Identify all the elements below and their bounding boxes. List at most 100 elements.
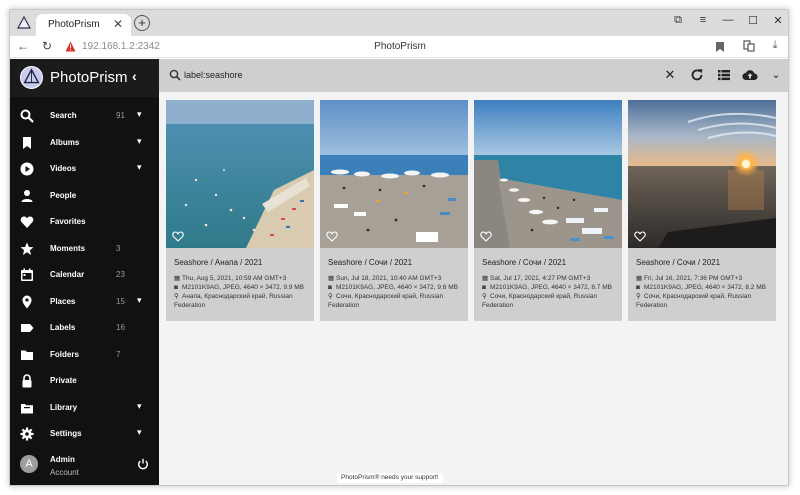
sidebar-header: PhotoPrism ‹	[10, 59, 159, 97]
chevron-down-icon[interactable]: ▾	[137, 401, 142, 412]
sidebar-item-label: Places	[50, 296, 76, 306]
sidebar-item-moments[interactable]: Moments 3	[10, 236, 159, 263]
search-toolbar: label:seashore ✕ ⌄	[159, 59, 788, 92]
maximize-icon[interactable]: ☐	[742, 14, 764, 27]
extensions-icon[interactable]	[743, 40, 755, 52]
photo-card[interactable]: Seashore / Анапа / 2021 ▦ Thu, Aug 5, 202…	[166, 100, 314, 321]
photo-camera: ◙ M2101K9AG, JPEG, 4640 × 3472, 9.6 MB	[328, 283, 464, 292]
chevron-down-icon[interactable]: ▾	[137, 162, 142, 173]
chevron-down-icon[interactable]: ▾	[137, 109, 142, 120]
new-tab-button[interactable]: +	[134, 15, 150, 31]
heart-icon	[20, 216, 34, 228]
sidebar-item-label: Folders	[50, 349, 79, 359]
upload-cloud-icon[interactable]	[742, 68, 758, 82]
favorite-heart-icon[interactable]	[634, 231, 646, 242]
sidebar-item-labels[interactable]: Labels 16	[10, 315, 159, 342]
sidebar-item-settings[interactable]: Settings ▾	[10, 421, 159, 448]
favorite-heart-icon[interactable]	[480, 231, 492, 242]
sidebar-item-favorites[interactable]: Favorites	[10, 209, 159, 236]
photo-location: ⚲ Сочи, Краснодарский край, Russian Feder…	[636, 292, 772, 310]
sidebar-item-videos[interactable]: Videos ▾	[10, 156, 159, 183]
camera-icon: ◙	[636, 284, 640, 291]
photo-date-text: Sat, Jul 17, 2021, 4:27 PM GMT+3	[490, 275, 591, 282]
label-icon	[21, 324, 34, 332]
download-icon[interactable]: ⤓	[767, 39, 783, 52]
photo-thumbnail[interactable]	[320, 100, 468, 248]
photo-camera: ◙ M2101K9AG, JPEG, 4640 × 3472, 9.9 MB	[174, 283, 310, 292]
calendar-icon: ▦	[174, 275, 181, 282]
photo-thumbnail[interactable]	[628, 100, 776, 248]
chevron-down-icon[interactable]: ▾	[137, 295, 142, 306]
photo-title: Seashore / Сочи / 2021	[482, 258, 567, 267]
sidebar-item-library[interactable]: Library ▾	[10, 395, 159, 422]
sidebar-item-search[interactable]: Search 91 ▾	[10, 103, 159, 130]
sidebar-item-places[interactable]: Places 15 ▾	[10, 289, 159, 316]
page-title: PhotoPrism	[374, 41, 426, 52]
photo-date: ▦ Sun, Jul 18, 2021, 10:40 AM GMT+3	[328, 274, 464, 283]
photoprism-logo-icon[interactable]	[20, 66, 43, 89]
sidebar: PhotoPrism ‹ Search 91 ▾ Albums ▾ Videos…	[10, 59, 159, 485]
tab-title: PhotoPrism	[48, 19, 100, 30]
location-pin-icon: ⚲	[636, 293, 641, 300]
support-footer[interactable]: PhotoPrism® needs your support!	[337, 473, 443, 483]
photo-thumbnail[interactable]	[166, 100, 314, 248]
sidebar-item-folders[interactable]: Folders 7	[10, 342, 159, 369]
favorite-heart-icon[interactable]	[326, 231, 338, 242]
photo-card[interactable]: Seashore / Сочи / 2021 ▦ Sat, Jul 17, 202…	[474, 100, 622, 321]
browser-tab[interactable]: PhotoPrism ✕	[36, 14, 131, 36]
search-input[interactable]: label:seashore	[184, 70, 243, 80]
menu-icon[interactable]: ≡	[692, 14, 714, 26]
favorite-heart-icon[interactable]	[172, 231, 184, 242]
logout-power-icon[interactable]	[137, 458, 149, 470]
browser-window: PhotoPrism ✕ + ⧉ ≡ — ☐ ✕ ← ↻ 192.168.1.2…	[9, 9, 789, 486]
photo-card[interactable]: Seashore / Сочи / 2021 ▦ Fri, Jul 16, 202…	[628, 100, 776, 321]
lock-icon	[22, 374, 32, 388]
sidebar-item-albums[interactable]: Albums ▾	[10, 130, 159, 157]
tab-search-icon[interactable]: ⧉	[667, 14, 689, 27]
title-bar: PhotoPrism ✕ + ⧉ ≡ — ☐ ✕	[10, 10, 788, 36]
photo-thumbnail[interactable]	[474, 100, 622, 248]
photo-location-text: Сочи, Краснодарский край, Russian Federa…	[482, 293, 598, 309]
list-view-icon[interactable]	[717, 68, 731, 82]
minimize-icon[interactable]: —	[717, 14, 739, 26]
sidebar-item-calendar[interactable]: Calendar 23	[10, 262, 159, 289]
location-pin-icon: ⚲	[328, 293, 333, 300]
sidebar-item-count: 3	[116, 243, 121, 253]
chevron-down-icon[interactable]: ▾	[137, 136, 142, 147]
collapse-sidebar-icon[interactable]: ‹	[132, 68, 137, 84]
chevron-down-icon[interactable]: ▾	[137, 427, 142, 438]
folder-icon	[21, 350, 33, 360]
camera-icon: ◙	[482, 284, 486, 291]
close-window-icon[interactable]: ✕	[767, 14, 788, 27]
sidebar-item-private[interactable]: Private	[10, 368, 159, 395]
sidebar-nav: Search 91 ▾ Albums ▾ Videos ▾ People Fav…	[10, 103, 159, 448]
photo-date: ▦ Sat, Jul 17, 2021, 4:27 PM GMT+3	[482, 274, 618, 283]
calendar-icon	[21, 268, 33, 281]
refresh-icon[interactable]	[690, 68, 704, 82]
photo-camera-text: M2101K9AG, JPEG, 4640 × 3472, 8.7 MB	[490, 284, 612, 291]
sidebar-item-people[interactable]: People	[10, 183, 159, 210]
photo-date: ▦ Fri, Jul 16, 2021, 7:36 PM GMT+3	[636, 274, 772, 283]
clear-search-icon[interactable]: ✕	[663, 67, 677, 82]
sidebar-item-label: Calendar	[50, 270, 85, 279]
user-account[interactable]: A Admin Account	[10, 451, 159, 485]
photo-date-text: Fri, Jul 16, 2021, 7:36 PM GMT+3	[644, 275, 743, 282]
photo-date: ▦ Thu, Aug 5, 2021, 10:59 AM GMT+3	[174, 274, 310, 283]
sidebar-item-label: Videos	[50, 164, 77, 173]
photo-title: Seashore / Сочи / 2021	[636, 258, 721, 267]
person-icon	[21, 189, 33, 202]
avatar[interactable]: A	[20, 455, 38, 473]
sidebar-item-label: Albums	[50, 137, 80, 147]
brand-name: PhotoPrism	[50, 69, 128, 86]
photo-location-text: Анапа, Краснодарский край, Russian Feder…	[174, 293, 293, 309]
sidebar-item-label: Favorites	[50, 217, 86, 226]
bookmark-icon	[23, 136, 31, 149]
photo-card[interactable]: Seashore / Сочи / 2021 ▦ Sun, Jul 18, 202…	[320, 100, 468, 321]
sidebar-item-count: 15	[116, 296, 125, 306]
photo-location: ⚲ Анапа, Краснодарский край, Russian Fede…	[174, 292, 310, 310]
chevron-down-icon[interactable]: ⌄	[769, 68, 783, 82]
bookmark-page-icon[interactable]	[715, 41, 725, 53]
sidebar-item-label: People	[50, 190, 77, 200]
calendar-icon: ▦	[482, 275, 489, 282]
tab-close-icon[interactable]: ✕	[113, 17, 123, 31]
